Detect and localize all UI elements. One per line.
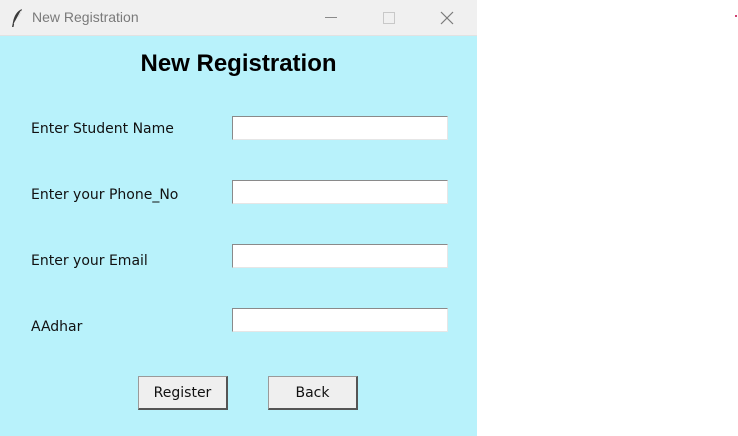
- back-button[interactable]: Back: [268, 376, 358, 410]
- close-button[interactable]: [418, 0, 476, 35]
- form-panel: New Registration Enter Student Name Ente…: [0, 36, 477, 436]
- phone-input[interactable]: [232, 180, 448, 204]
- window-title: New Registration: [32, 9, 139, 25]
- aadhar-label: AAdhar: [31, 319, 83, 335]
- email-label: Enter your Email: [31, 253, 148, 269]
- feather-icon: [10, 8, 24, 28]
- student-name-label: Enter Student Name: [31, 121, 174, 137]
- page-title: New Registration: [140, 50, 337, 77]
- minimize-button[interactable]: [302, 0, 360, 35]
- title-bar[interactable]: New Registration: [0, 0, 477, 36]
- aadhar-input[interactable]: [232, 308, 448, 332]
- maximize-button[interactable]: [360, 0, 418, 35]
- student-name-input[interactable]: [232, 116, 448, 140]
- close-icon: [440, 11, 454, 25]
- email-input[interactable]: [232, 244, 448, 268]
- maximize-icon: [383, 12, 395, 24]
- registration-window: New Registration New Registration Enter …: [0, 0, 477, 436]
- minimize-icon: [325, 17, 337, 18]
- register-button[interactable]: Register: [138, 376, 228, 410]
- desktop-pixel-mark: [735, 15, 737, 17]
- phone-label: Enter your Phone_No: [31, 187, 179, 203]
